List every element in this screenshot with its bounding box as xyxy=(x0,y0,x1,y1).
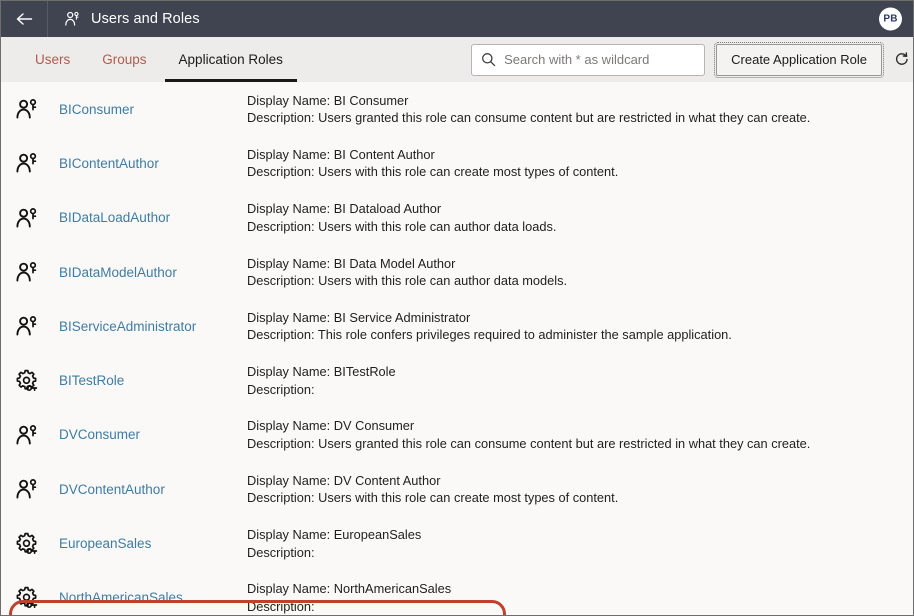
page-title: Users and Roles xyxy=(91,11,200,27)
role-details: Display Name: BITestRoleDescription: xyxy=(245,363,913,398)
role-description: Description: Users granted this role can… xyxy=(247,109,913,127)
role-name-link[interactable]: BIServiceAdministrator xyxy=(45,319,245,334)
role-name-link[interactable]: DVConsumer xyxy=(45,427,245,442)
role-display-name: Display Name: BI Consumer xyxy=(247,92,913,110)
role-name-link[interactable]: BIDataLoadAuthor xyxy=(45,210,245,225)
role-details: Display Name: BI Service AdministratorDe… xyxy=(245,309,913,344)
person-key-icon xyxy=(15,423,45,447)
role-row[interactable]: BIConsumerDisplay Name: BI ConsumerDescr… xyxy=(1,82,913,136)
toolbar-actions: Create Application Role xyxy=(471,37,913,82)
role-display-name: Display Name: BI Dataload Author xyxy=(247,200,913,218)
role-row[interactable]: BITestRoleDisplay Name: BITestRoleDescri… xyxy=(1,353,913,407)
role-name-link[interactable]: EuropeanSales xyxy=(45,536,245,551)
tab-application-roles-label: Application Roles xyxy=(179,52,283,67)
users-and-roles-page: Users and Roles PB Users Groups Applicat… xyxy=(0,0,914,616)
role-display-name: Display Name: DV Consumer xyxy=(247,417,913,435)
role-row[interactable]: DVConsumerDisplay Name: DV ConsumerDescr… xyxy=(1,408,913,462)
tab-users[interactable]: Users xyxy=(19,37,86,82)
person-key-icon xyxy=(15,206,45,230)
app-header: Users and Roles PB xyxy=(1,1,913,37)
role-row[interactable]: BIDataModelAuthorDisplay Name: BI Data M… xyxy=(1,245,913,299)
tab-bar: Users Groups Application Roles xyxy=(1,37,299,82)
refresh-icon xyxy=(893,51,910,68)
role-row[interactable]: NorthAmericanSalesDisplay Name: NorthAme… xyxy=(1,571,913,616)
role-description: Description: This role confers privilege… xyxy=(247,326,913,344)
person-key-icon xyxy=(15,314,45,338)
role-details: Display Name: DV ConsumerDescription: Us… xyxy=(245,417,913,452)
tab-groups[interactable]: Groups xyxy=(86,37,162,82)
create-application-role-button[interactable]: Create Application Role xyxy=(716,44,882,76)
role-name-link[interactable]: NorthAmericanSales xyxy=(45,590,245,605)
person-key-icon xyxy=(15,477,45,501)
gear-key-icon xyxy=(15,586,45,610)
search-input[interactable] xyxy=(504,52,695,67)
users-roles-icon xyxy=(64,11,80,27)
person-key-icon xyxy=(15,97,45,121)
role-description: Description: xyxy=(247,381,913,399)
search-icon xyxy=(481,52,496,67)
refresh-button[interactable] xyxy=(893,44,914,76)
role-details: Display Name: BI Data Model AuthorDescri… xyxy=(245,255,913,290)
back-arrow-icon xyxy=(16,12,33,26)
role-display-name: Display Name: EuropeanSales xyxy=(247,526,913,544)
role-name-link[interactable]: BIContentAuthor xyxy=(45,156,245,171)
app-title-group: Users and Roles xyxy=(48,11,200,27)
gear-key-icon xyxy=(15,532,45,556)
role-display-name: Display Name: BITestRole xyxy=(247,363,913,381)
tab-application-roles[interactable]: Application Roles xyxy=(163,37,299,82)
toolbar: Users Groups Application Roles Create Ap… xyxy=(1,37,913,82)
tab-groups-label: Groups xyxy=(102,52,146,67)
role-details: Display Name: NorthAmericanSalesDescript… xyxy=(245,580,913,615)
role-name-link[interactable]: DVContentAuthor xyxy=(45,482,245,497)
role-row[interactable]: DVContentAuthorDisplay Name: DV Content … xyxy=(1,462,913,516)
role-row[interactable]: BIDataLoadAuthorDisplay Name: BI Dataloa… xyxy=(1,191,913,245)
role-details: Display Name: DV Content AuthorDescripti… xyxy=(245,472,913,507)
role-name-link[interactable]: BITestRole xyxy=(45,373,245,388)
role-description: Description: Users with this role can cr… xyxy=(247,489,913,507)
role-name-link[interactable]: BIConsumer xyxy=(45,102,245,117)
role-description: Description: Users with this role can au… xyxy=(247,272,913,290)
role-details: Display Name: EuropeanSalesDescription: xyxy=(245,526,913,561)
role-name-link[interactable]: BIDataModelAuthor xyxy=(45,265,245,280)
role-display-name: Display Name: DV Content Author xyxy=(247,472,913,490)
role-display-name: Display Name: BI Data Model Author xyxy=(247,255,913,273)
role-display-name: Display Name: NorthAmericanSales xyxy=(247,580,913,598)
back-button[interactable] xyxy=(1,1,48,37)
role-details: Display Name: BI Content AuthorDescripti… xyxy=(245,146,913,181)
search-box[interactable] xyxy=(471,44,705,76)
role-details: Display Name: BI ConsumerDescription: Us… xyxy=(245,92,913,127)
role-display-name: Display Name: BI Content Author xyxy=(247,146,913,164)
avatar[interactable]: PB xyxy=(879,8,902,31)
person-key-icon xyxy=(15,260,45,284)
role-description: Description: Users with this role can cr… xyxy=(247,163,913,181)
gear-key-icon xyxy=(15,369,45,393)
tab-users-label: Users xyxy=(35,52,70,67)
role-description: Description: xyxy=(247,544,913,562)
role-description: Description: Users with this role can au… xyxy=(247,218,913,236)
role-details: Display Name: BI Dataload AuthorDescript… xyxy=(245,200,913,235)
role-description: Description: xyxy=(247,598,913,616)
role-row[interactable]: EuropeanSalesDisplay Name: EuropeanSales… xyxy=(1,516,913,570)
role-display-name: Display Name: BI Service Administrator xyxy=(247,309,913,327)
application-roles-list: BIConsumerDisplay Name: BI ConsumerDescr… xyxy=(1,82,913,616)
role-row[interactable]: BIServiceAdministratorDisplay Name: BI S… xyxy=(1,299,913,353)
role-description: Description: Users granted this role can… xyxy=(247,435,913,453)
role-row[interactable]: BIContentAuthorDisplay Name: BI Content … xyxy=(1,136,913,190)
person-key-icon xyxy=(15,151,45,175)
